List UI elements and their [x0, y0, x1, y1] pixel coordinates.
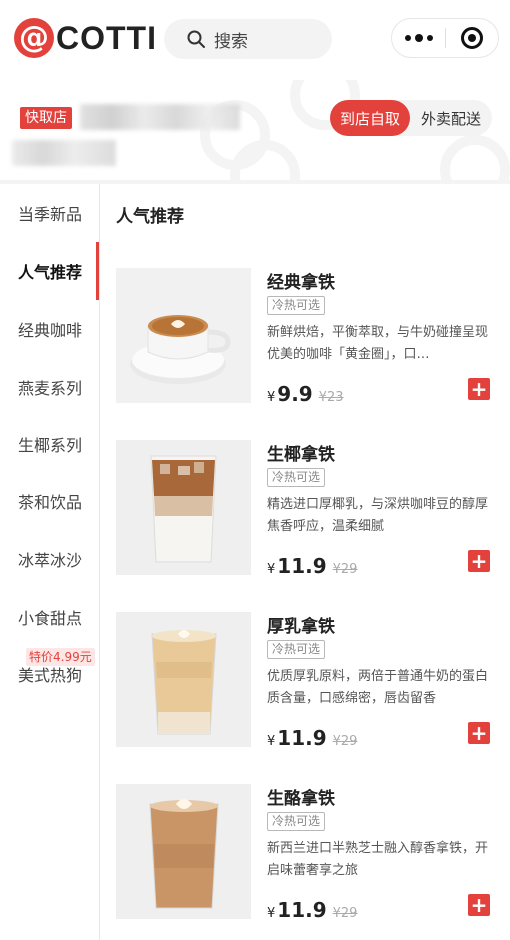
sidebar-item-oat[interactable]: 燕麦系列	[0, 358, 100, 416]
more-dots-icon[interactable]	[392, 19, 445, 57]
close-target-icon[interactable]	[446, 19, 498, 57]
product-name: 生椰拿铁	[267, 445, 335, 465]
currency-symbol: ¥	[267, 734, 276, 749]
add-to-cart-button[interactable]: +	[468, 894, 490, 916]
product-description: 新鲜烘焙，平衡萃取，与牛奶碰撞呈现优美的咖啡「黄金圈」，口…	[267, 325, 489, 362]
currency-symbol: ¥	[267, 562, 276, 577]
active-category-indicator	[96, 242, 99, 300]
current-price: 11.9	[277, 554, 327, 578]
sidebar-item-tea[interactable]: 茶和饮品	[0, 472, 100, 530]
hot-latte-cup-image	[116, 268, 251, 403]
product-price: ¥ 11.9 ¥29	[267, 898, 357, 922]
product-name: 生酪拿铁	[267, 789, 335, 809]
mini-program-capsule	[391, 18, 499, 58]
product-card[interactable]: 生酪拿铁 冷热可选 新西兰进口半熟芝士融入醇香拿铁，开启味蕾奢享之旅 ¥ 11.…	[116, 784, 496, 924]
original-price: ¥23	[318, 390, 344, 405]
search-bar[interactable]: 搜索	[164, 19, 332, 59]
product-card[interactable]: 厚乳拿铁 冷热可选 优质厚乳原料，两倍于普通牛奶的蛋白质含量，口感绵密，唇齿留香…	[116, 612, 496, 752]
original-price: ¥29	[332, 734, 358, 749]
product-price: ¥ 9.9 ¥23	[267, 382, 344, 406]
product-name: 厚乳拿铁	[267, 617, 335, 637]
product-price: ¥ 11.9 ¥29	[267, 726, 357, 750]
sidebar-item-popular[interactable]: 人气推荐	[0, 242, 100, 300]
original-price: ¥29	[332, 562, 358, 577]
latte-glass-image	[116, 612, 251, 747]
sidebar-item-new[interactable]: 当季新品	[0, 184, 100, 242]
product-card[interactable]: 生椰拿铁 冷热可选 精选进口厚椰乳，与深烘咖啡豆的醇厚焦香呼应，温柔细腻 ¥ 1…	[116, 440, 496, 580]
plus-icon: +	[470, 377, 488, 401]
logo-text: COTTI	[56, 19, 157, 56]
store-panel: 快取店 到店自取 外卖配送	[0, 80, 510, 180]
sidebar-item-cold-brew[interactable]: 冰萃冰沙	[0, 530, 100, 588]
product-description: 新西兰进口半熟芝士融入醇香拿铁，开启味蕾奢享之旅	[267, 841, 489, 878]
product-card[interactable]: 经典拿铁 冷热可选 新鲜烘焙，平衡萃取，与牛奶碰撞呈现优美的咖啡「黄金圈」，口……	[116, 268, 496, 408]
original-price: ¥29	[332, 906, 358, 921]
product-temp-tag: 冷热可选	[267, 296, 326, 315]
currency-symbol: ¥	[267, 906, 276, 921]
iced-coconut-latte-image	[116, 440, 251, 575]
store-address-redacted	[12, 140, 116, 166]
sidebar-item-classic-coffee[interactable]: 经典咖啡	[0, 300, 100, 358]
product-description: 精选进口厚椰乳，与深烘咖啡豆的醇厚焦香呼应，温柔细腻	[267, 497, 489, 534]
top-bar: @ COTTI 搜索	[0, 0, 510, 80]
sidebar-item-hotdog[interactable]: 美式热狗	[0, 645, 100, 703]
sidebar-item-coconut[interactable]: 生椰系列	[0, 415, 100, 473]
search-placeholder: 搜索	[214, 31, 248, 52]
order-mode-toggle: 到店自取 外卖配送	[330, 100, 492, 136]
store-name-redacted	[80, 104, 240, 130]
product-name: 经典拿铁	[267, 273, 335, 293]
delivery-mode-button[interactable]: 外卖配送	[410, 100, 492, 136]
add-to-cart-button[interactable]: +	[468, 722, 490, 744]
add-to-cart-button[interactable]: +	[468, 550, 490, 572]
cheese-latte-glass-image	[116, 784, 251, 919]
add-to-cart-button[interactable]: +	[468, 378, 490, 400]
current-price: 11.9	[277, 898, 327, 922]
search-icon	[187, 30, 205, 48]
current-price: 9.9	[277, 382, 313, 406]
plus-icon: +	[470, 549, 488, 573]
product-price: ¥ 11.9 ¥29	[267, 554, 357, 578]
pickup-mode-button[interactable]: 到店自取	[330, 100, 410, 136]
product-description: 优质厚乳原料，两倍于普通牛奶的蛋白质含量，口感绵密，唇齿留香	[267, 669, 489, 706]
product-temp-tag: 冷热可选	[267, 812, 326, 831]
sidebar-item-snacks[interactable]: 小食甜点	[0, 588, 100, 646]
product-temp-tag: 冷热可选	[267, 468, 326, 487]
product-temp-tag: 冷热可选	[267, 640, 326, 659]
store-type-tag: 快取店	[20, 107, 72, 129]
plus-icon: +	[470, 721, 488, 745]
plus-icon: +	[470, 893, 488, 917]
watermark-logo-icon	[440, 135, 510, 180]
section-title: 人气推荐	[116, 207, 184, 227]
logo-at-icon: @	[14, 18, 54, 58]
currency-symbol: ¥	[267, 390, 276, 405]
brand-logo: @ COTTI	[14, 16, 157, 60]
current-price: 11.9	[277, 726, 327, 750]
